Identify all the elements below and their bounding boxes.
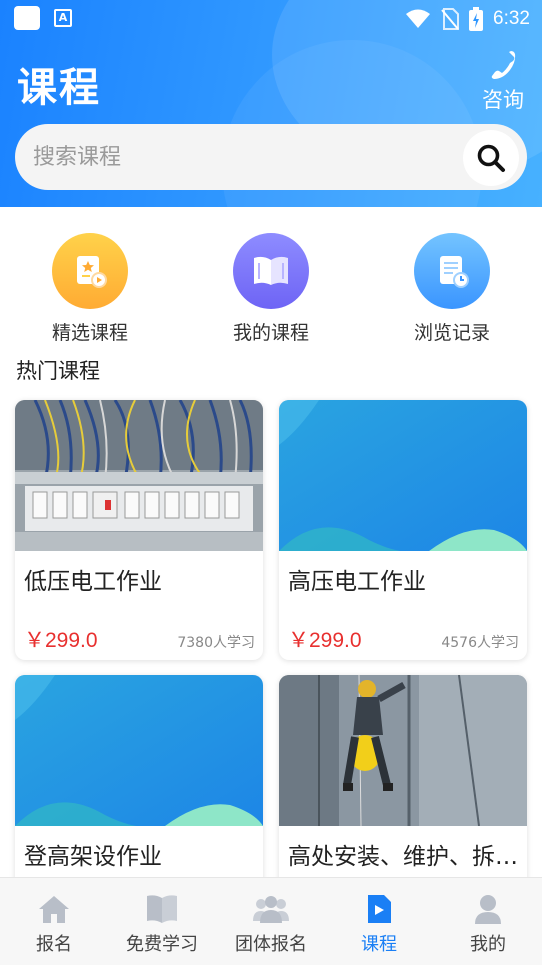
phone-icon — [491, 51, 516, 79]
quick-label: 浏览记录 — [413, 322, 490, 344]
tab-courses[interactable]: 课程 — [325, 878, 433, 965]
course-price: ￥299.0 — [24, 629, 98, 652]
tab-label: 报名 — [36, 934, 72, 955]
electrical-panel-photo — [15, 400, 263, 551]
quick-my-courses[interactable]: 我的课程 — [201, 230, 341, 345]
tab-label: 我的 — [470, 934, 506, 955]
tab-label: 课程 — [361, 934, 397, 955]
book-icon — [254, 256, 288, 285]
course-title: 高压电工作业 — [288, 569, 426, 595]
tab-group-register[interactable]: 团体报名 — [217, 878, 325, 965]
course-price: ￥299.0 — [288, 629, 362, 652]
tab-mine[interactable]: 我的 — [434, 878, 542, 965]
learner-count: 4576人学习 — [441, 635, 519, 651]
tab-label: 免费学习 — [126, 934, 198, 955]
quick-nav: 精选课程 我的课程 浏览记录 — [0, 230, 542, 345]
course-screen: A 6:32 课程 咨询 搜索课程 精选课程 我的课程 浏览记录 热门课程 低压… — [0, 0, 542, 965]
no-sim-icon — [441, 8, 460, 30]
group-icon — [253, 896, 289, 923]
play-course-icon — [368, 895, 391, 923]
quick-featured-courses[interactable]: 精选课程 — [20, 230, 160, 345]
quick-label: 精选课程 — [51, 322, 128, 344]
blue-placeholder-image — [279, 400, 527, 551]
open-book-icon — [147, 895, 177, 923]
section-title: 热门课程 — [16, 359, 100, 383]
tab-free-study[interactable]: 免费学习 — [108, 878, 216, 965]
history-icon — [440, 256, 469, 288]
home-icon — [39, 896, 69, 923]
tab-register[interactable]: 报名 — [0, 878, 108, 965]
course-title: 低压电工作业 — [24, 569, 162, 595]
course-title: 高处安装、维护、拆… — [288, 844, 518, 870]
search-input[interactable] — [33, 124, 453, 190]
course-image — [15, 675, 263, 826]
search-icon — [477, 144, 505, 172]
search-bar — [15, 124, 527, 190]
consult-button[interactable]: 咨询 — [478, 50, 528, 114]
high-altitude-worker-photo — [279, 675, 527, 826]
header: A 6:32 课程 咨询 — [0, 0, 542, 207]
tab-label: 团体报名 — [235, 934, 307, 955]
user-icon — [475, 895, 501, 924]
battery-icon — [469, 7, 484, 31]
wifi-icon — [406, 9, 431, 28]
course-image — [15, 400, 263, 551]
course-card[interactable]: 低压电工作业 ￥299.0 7380人学习 — [15, 400, 263, 660]
course-card[interactable]: 高处安装、维护、拆… — [279, 675, 527, 905]
featured-course-icon — [77, 256, 107, 288]
font-app-icon: A — [54, 9, 72, 27]
consult-label: 咨询 — [482, 88, 524, 112]
course-card[interactable]: 高压电工作业 ￥299.0 4576人学习 — [279, 400, 527, 660]
page-title: 课程 — [17, 65, 101, 111]
course-image — [279, 675, 527, 826]
clock: 6:32 — [493, 8, 530, 29]
quick-browse-history[interactable]: 浏览记录 — [382, 230, 522, 345]
course-title: 登高架设作业 — [24, 844, 162, 870]
blue-placeholder-image — [15, 675, 263, 826]
course-card[interactable]: 登高架设作业 — [15, 675, 263, 905]
quick-label: 我的课程 — [232, 322, 309, 344]
learner-count: 7380人学习 — [177, 635, 255, 651]
search-button[interactable] — [463, 130, 519, 186]
status-bar: A 6:32 — [0, 0, 542, 38]
app-notification-icon — [14, 6, 40, 30]
bottom-nav: 报名 免费学习 团体报名 课程 我的 — [0, 877, 542, 965]
course-image — [279, 400, 527, 551]
